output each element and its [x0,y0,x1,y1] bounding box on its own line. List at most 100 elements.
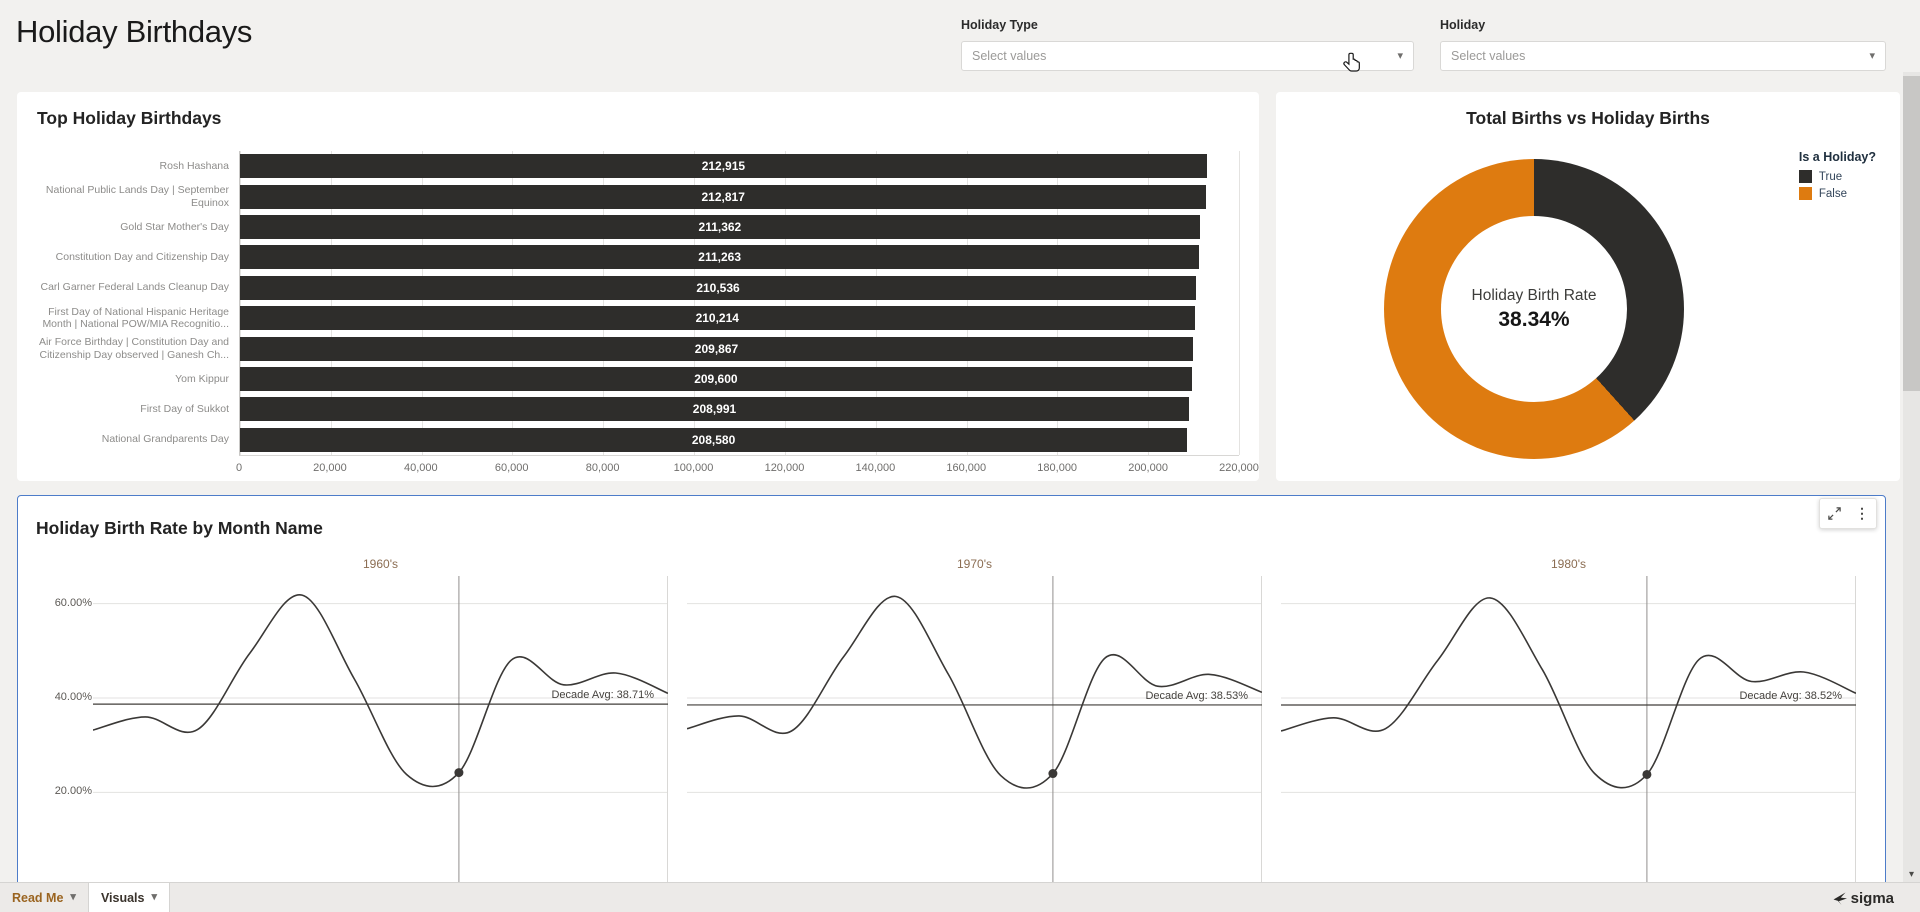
marker-dot[interactable] [1048,769,1057,778]
bar-row: 209,867 [240,333,1239,363]
bar[interactable]: 210,536 [240,276,1196,300]
bar-row: 212,817 [240,181,1239,211]
line-chart-svg [687,576,1262,912]
bar-category-label: First Day of National Hispanic Heritage … [37,303,239,333]
x-axis-tick-label: 100,000 [674,462,714,474]
legend-label: True [1819,171,1842,183]
x-axis-tick-label: 20,000 [313,462,347,474]
x-axis-tick-label: 120,000 [765,462,805,474]
tab-read-me-label: Read Me [12,891,63,905]
line-chart-title: Holiday Birth Rate by Month Name [36,518,323,539]
chevron-down-icon: ▾ [1397,51,1403,62]
bar[interactable]: 211,263 [240,245,1199,269]
filter-holiday: Holiday Select values ▾ [1440,18,1886,71]
decade-avg-label: Decade Avg: 38.71% [551,689,654,701]
filter-holiday-type-select[interactable]: Select values ▾ [961,41,1414,71]
bar-value-label: 209,600 [694,372,737,386]
bar-row: 210,536 [240,273,1239,303]
card-holiday-birth-rate-by-month[interactable]: Holiday Birth Rate by Month Name 60.00% 4… [17,495,1886,912]
donut-chart-title: Total Births vs Holiday Births [1276,108,1900,129]
donut-legend: Is a Holiday? True False [1799,150,1876,204]
bar[interactable]: 208,580 [240,428,1187,452]
bar[interactable]: 208,991 [240,397,1189,421]
legend-item-true: True [1799,170,1876,183]
scroll-down-icon[interactable]: ▾ [1903,869,1920,880]
bar-value-label: 210,214 [696,311,739,325]
filter-holiday-placeholder: Select values [1451,49,1525,63]
marker-dot[interactable] [454,768,463,777]
line-chart-svg [93,576,668,912]
panel-header-1970s: 1970's [687,557,1262,571]
bar-category-label: Constitution Day and Citizenship Day [37,242,239,272]
line-panel[interactable]: Decade Avg: 38.71% [93,576,668,912]
bar[interactable]: 212,817 [240,185,1206,209]
sigma-logo-text: sigma [1851,890,1894,907]
sigma-logo: sigma [1832,883,1894,912]
bar[interactable]: 211,362 [240,215,1200,239]
card-top-holiday-birthdays: Top Holiday Birthdays Rosh HashanaNation… [17,92,1259,481]
bar-row: 208,991 [240,394,1239,424]
bar-chart-title: Top Holiday Birthdays [37,108,1239,129]
card-total-vs-holiday-births: Total Births vs Holiday Births Holiday B… [1276,92,1900,481]
x-axis-tick-label: 140,000 [855,462,895,474]
y-axis-tick-label: 40.00% [34,691,92,703]
x-axis-tick-label: 60,000 [495,462,529,474]
donut-center: Holiday Birth Rate 38.34% [1441,216,1627,402]
x-axis-tick-label: 220,000 [1219,462,1259,474]
line-panel[interactable]: Decade Avg: 38.52% [1281,576,1856,912]
bar-gridline [1239,151,1240,455]
y-axis-tick-label: 60.00% [34,597,92,609]
workbook-page-bar: Read Me ▾ Visuals ▾ sigma [0,882,1920,912]
panel-header-1980s: 1980's [1281,557,1856,571]
bar-plot-area: 212,915 212,817 211,362 211,263 210,536 210,2… [239,151,1239,456]
legend-title: Is a Holiday? [1799,150,1876,164]
legend-swatch [1799,187,1812,200]
bar-category-label: Gold Star Mother's Day [37,212,239,242]
bar-value-label: 212,915 [702,159,745,173]
x-axis-tick-label: 200,000 [1128,462,1168,474]
chevron-down-icon: ▾ [1869,51,1875,62]
bar-category-labels: Rosh HashanaNational Public Lands Day | … [37,151,239,456]
tab-visuals[interactable]: Visuals ▾ [89,883,170,912]
bar[interactable]: 209,600 [240,367,1192,391]
bar-value-label: 208,991 [693,402,736,416]
bar-row: 208,580 [240,425,1239,455]
bar-value-label: 210,536 [696,281,739,295]
legend-item-false: False [1799,187,1876,200]
chevron-down-icon: ▾ [152,892,158,903]
bar-value-label: 208,580 [692,433,735,447]
scrollbar-thumb[interactable] [1903,76,1920,391]
decade-avg-label: Decade Avg: 38.52% [1739,690,1842,702]
bar-chart: Rosh HashanaNational Public Lands Day | … [37,151,1239,456]
element-toolbar: ⋮ [1819,498,1877,529]
bar-category-label: First Day of Sukkot [37,394,239,424]
panel-header-1960s: 1960's [93,557,668,571]
bar-category-label: Yom Kippur [37,364,239,394]
expand-icon[interactable] [1823,503,1845,525]
bar[interactable]: 212,915 [240,154,1207,178]
bar-x-axis: 020,00040,00060,00080,000100,000120,0001… [239,456,1239,478]
tab-read-me[interactable]: Read Me ▾ [0,883,89,912]
filter-holiday-select[interactable]: Select values ▾ [1440,41,1886,71]
bar[interactable]: 209,867 [240,337,1193,361]
filter-holiday-type-label: Holiday Type [961,18,1414,32]
line-chart-svg [1281,576,1856,912]
donut-center-label: Holiday Birth Rate [1472,287,1597,305]
vertical-scrollbar[interactable]: ▾ [1903,72,1920,882]
donut-chart[interactable]: Holiday Birth Rate 38.34% [1384,159,1684,459]
line-panel[interactable]: Decade Avg: 38.53% [687,576,1262,912]
bar-value-label: 209,867 [695,342,738,356]
bar-row: 209,600 [240,364,1239,394]
bar-row: 211,362 [240,212,1239,242]
bar-value-label: 211,263 [698,250,741,264]
bar-category-label: Rosh Hashana [37,151,239,181]
x-axis-tick-label: 40,000 [404,462,438,474]
bar[interactable]: 210,214 [240,306,1195,330]
marker-dot[interactable] [1642,770,1651,779]
kebab-menu-icon[interactable]: ⋮ [1851,503,1873,525]
y-axis-tick-label: 20.00% [34,785,92,797]
donut-center-value: 38.34% [1498,308,1569,332]
bar-row: 212,915 [240,151,1239,181]
x-axis-tick-label: 180,000 [1037,462,1077,474]
tab-visuals-label: Visuals [101,891,145,905]
